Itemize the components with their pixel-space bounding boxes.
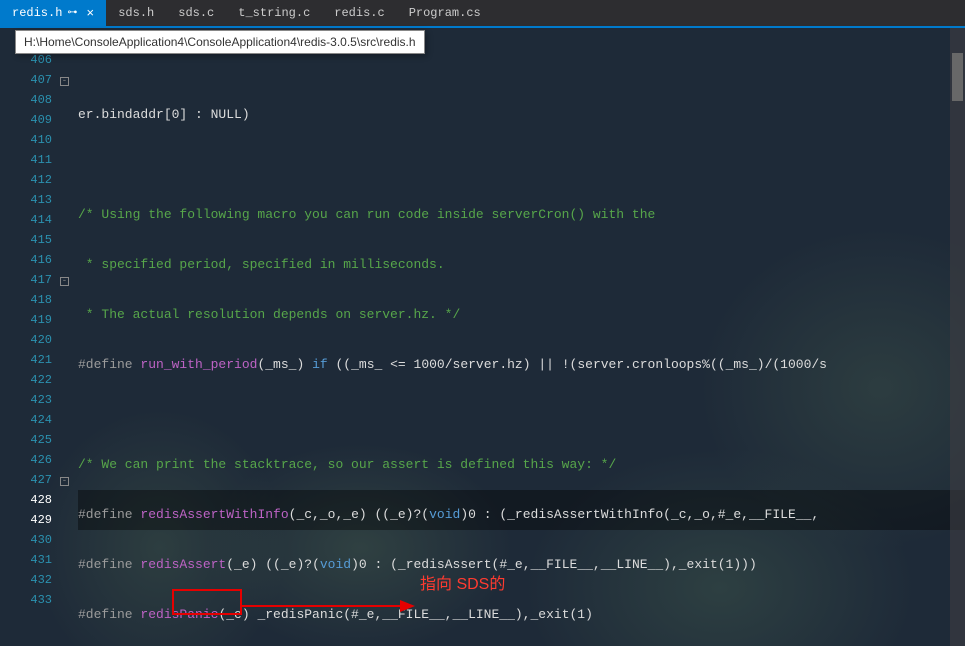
code-line: [78, 155, 965, 175]
tab-label: redis.h: [12, 6, 62, 20]
code-line: [78, 405, 965, 425]
scrollbar-thumb[interactable]: [952, 53, 963, 101]
tab-t-string-c[interactable]: t_string.c: [226, 0, 322, 26]
fold-toggle[interactable]: -: [60, 77, 69, 86]
tab-sds-h[interactable]: sds.h: [106, 0, 166, 26]
tab-label: Program.cs: [409, 6, 481, 20]
pin-icon[interactable]: ⊶: [67, 7, 77, 19]
line-number-gutter: 4054064074084094104114124134144154164174…: [0, 28, 58, 646]
annotation-text: 指向 SDS的: [420, 570, 505, 594]
fold-column[interactable]: - - -: [58, 28, 78, 646]
code-editor[interactable]: 4054064074084094104114124134144154164174…: [0, 28, 965, 646]
tab-bar: redis.h ⊶ × sds.h sds.c t_string.c redis…: [0, 0, 965, 28]
tab-redis-h[interactable]: redis.h ⊶ ×: [0, 0, 106, 26]
tab-redis-c[interactable]: redis.c: [322, 0, 396, 26]
code-line: * The actual resolution depends on serve…: [78, 305, 965, 325]
tab-sds-c[interactable]: sds.c: [166, 0, 226, 26]
tab-program-cs[interactable]: Program.cs: [397, 0, 493, 26]
annotation-arrow: [240, 600, 420, 624]
close-icon[interactable]: ×: [86, 6, 94, 21]
tab-label: sds.c: [178, 6, 214, 20]
code-line: #define run_with_period(_ms_) if ((_ms_ …: [78, 355, 965, 375]
annotation-box: [172, 589, 242, 615]
tab-label: redis.c: [334, 6, 384, 20]
code-line: /* Using the following macro you can run…: [78, 205, 965, 225]
tab-label: sds.h: [118, 6, 154, 20]
code-line: #define redisAssert(_e) ((_e)?(void)0 : …: [78, 555, 965, 575]
path-tooltip: H:\Home\ConsoleApplication4\ConsoleAppli…: [15, 30, 425, 54]
code-line: er.bindaddr[0] : NULL): [78, 105, 965, 125]
code-area[interactable]: er.bindaddr[0] : NULL) /* Using the foll…: [78, 28, 965, 646]
code-line: * specified period, specified in millise…: [78, 255, 965, 275]
code-line: /* We can print the stacktrace, so our a…: [78, 455, 965, 475]
tab-label: t_string.c: [238, 6, 310, 20]
code-line: #define redisAssertWithInfo(_c,_o,_e) ((…: [78, 505, 965, 525]
fold-toggle[interactable]: -: [60, 477, 69, 486]
fold-toggle[interactable]: -: [60, 277, 69, 286]
